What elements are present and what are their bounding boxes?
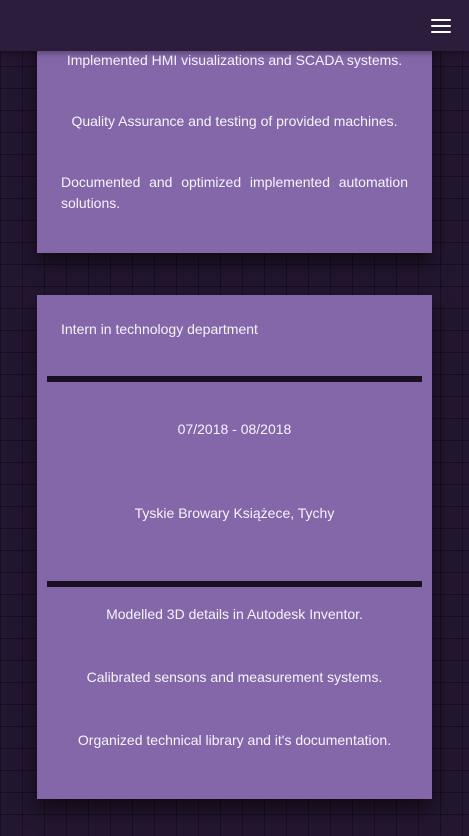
divider (47, 581, 422, 587)
experience-card: Intern in technology department 07/2018 … (37, 295, 432, 799)
menu-line (431, 25, 451, 27)
company-name: Tyskie Browary Książece, Tychy (134, 505, 335, 521)
responsibility-item: Calibrated sensons and measurement syste… (86, 669, 383, 685)
top-navbar (0, 0, 469, 51)
divider (47, 376, 422, 382)
responsibility-item: Organized technical library and it's doc… (77, 732, 392, 748)
menu-line (431, 19, 451, 21)
responsibility-item: Documented and optimized implemented aut… (61, 174, 408, 211)
responsibility-item: Modelled 3D details in Autodesk Inventor… (106, 606, 363, 622)
responsibility-item: Implemented HMI visualizations and SCADA… (66, 52, 403, 68)
menu-line (431, 31, 451, 33)
job-title: Intern in technology department (61, 321, 258, 337)
job-dates: 07/2018 - 08/2018 (177, 421, 292, 437)
hamburger-menu-icon[interactable] (431, 18, 451, 34)
responsibility-item: Quality Assurance and testing of provide… (71, 113, 398, 129)
